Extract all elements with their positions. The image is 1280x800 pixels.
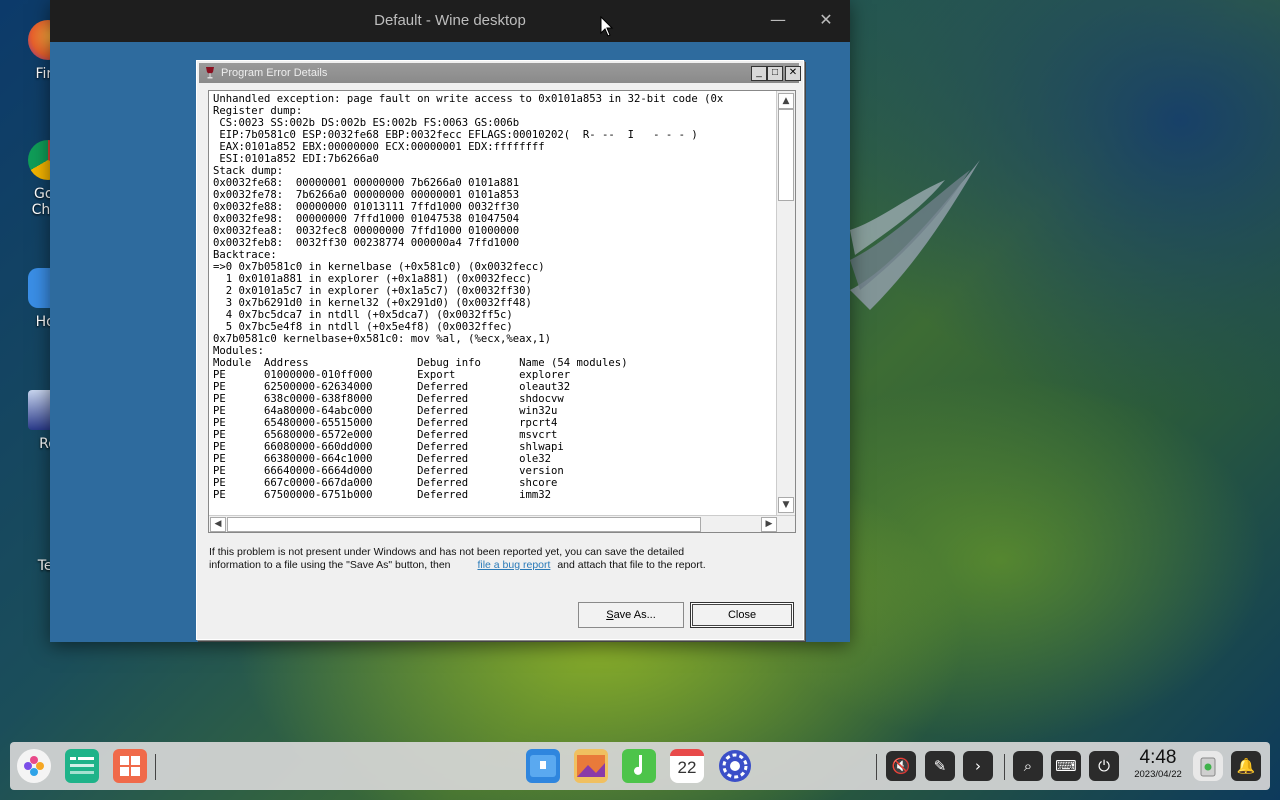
trash-icon[interactable]	[1193, 751, 1223, 781]
power-icon[interactable]: ⏻	[1089, 751, 1119, 781]
search-icon[interactable]: ⌕	[1013, 751, 1043, 781]
dialog-minimize-button[interactable]: _	[751, 66, 767, 81]
dock-separator	[1004, 754, 1005, 780]
save-as-mnemonic: S	[606, 609, 614, 621]
vertical-scroll-thumb[interactable]	[778, 109, 794, 201]
wine-desktop-window: Default - Wine desktop — ✕ Program Error…	[50, 0, 850, 642]
keyboard-icon[interactable]: ⌨	[1051, 751, 1081, 781]
pen-icon[interactable]: ✎	[925, 751, 955, 781]
dock-separator	[155, 754, 156, 780]
program-error-dialog: Program Error Details _ □ ✕ Unhandled ex…	[196, 60, 804, 640]
clock-date: 2023/04/22	[1134, 769, 1182, 780]
horizontal-scrollbar[interactable]: ◀ ▶	[209, 515, 795, 532]
save-as-button[interactable]: Save As...	[578, 602, 684, 628]
close-button[interactable]: Close	[690, 602, 794, 628]
clock[interactable]: 4:48 2023/04/22	[1128, 747, 1188, 781]
wine-window-titlebar[interactable]: Default - Wine desktop	[50, 0, 850, 42]
calendar-day: 22	[677, 758, 697, 777]
dock-separator	[876, 754, 877, 780]
info-line-2-suffix: and attach that file to the report.	[557, 559, 706, 571]
terminal-icon[interactable]	[65, 749, 99, 783]
chevron-right-icon[interactable]: ›	[963, 751, 993, 781]
music-icon[interactable]	[622, 749, 656, 783]
image-viewer-icon[interactable]	[574, 749, 608, 783]
dialog-title: Program Error Details	[221, 67, 328, 79]
dock-taskbar: 22 🔇 ✎ › ⌕ ⌨ ⏻ 4:48 2023/04/22 🔔	[10, 742, 1270, 790]
wine-glass-icon	[206, 67, 214, 79]
info-line-2: information to a file using the "Save As…	[209, 559, 789, 572]
launcher-icon[interactable]	[17, 749, 51, 783]
app-store-icon[interactable]	[113, 749, 147, 783]
scroll-up-arrow-icon[interactable]: ▲	[778, 93, 794, 109]
info-message: If this problem is not present under Win…	[209, 546, 789, 572]
error-log-text: Unhandled exception: page fault on write…	[213, 93, 724, 501]
scrollbar-corner	[777, 516, 795, 532]
info-line-2-prefix: information to a file using the "Save As…	[209, 559, 451, 571]
dialog-maximize-button[interactable]: □	[767, 66, 783, 81]
settings-icon[interactable]	[718, 749, 752, 783]
horizontal-scroll-thumb[interactable]	[227, 517, 701, 532]
wine-window-title: Default - Wine desktop	[374, 12, 526, 29]
calendar-icon[interactable]: 22	[670, 749, 704, 783]
wallpaper-wing-decoration	[850, 160, 980, 310]
file-manager-icon[interactable]	[526, 749, 560, 783]
scroll-down-arrow-icon[interactable]: ▼	[778, 497, 794, 513]
info-line-1: If this problem is not present under Win…	[209, 546, 685, 558]
mouse-cursor-icon	[600, 16, 614, 37]
scroll-right-arrow-icon[interactable]: ▶	[761, 517, 777, 532]
scroll-left-arrow-icon[interactable]: ◀	[210, 517, 226, 532]
dialog-titlebar[interactable]: Program Error Details _ □ ✕	[199, 63, 801, 83]
close-window-button[interactable]: ✕	[806, 0, 846, 42]
notification-bell-icon[interactable]: 🔔	[1231, 751, 1261, 781]
save-as-label: ave As...	[613, 609, 656, 621]
error-log-textarea[interactable]: Unhandled exception: page fault on write…	[208, 90, 796, 533]
volume-muted-icon[interactable]: 🔇	[886, 751, 916, 781]
vertical-scrollbar[interactable]: ▲ ▼	[776, 91, 795, 515]
dialog-close-button[interactable]: ✕	[785, 66, 801, 81]
file-bug-report-link[interactable]: file a bug report	[477, 559, 550, 571]
clock-time: 4:48	[1139, 747, 1177, 768]
minimize-button[interactable]: —	[758, 0, 798, 42]
